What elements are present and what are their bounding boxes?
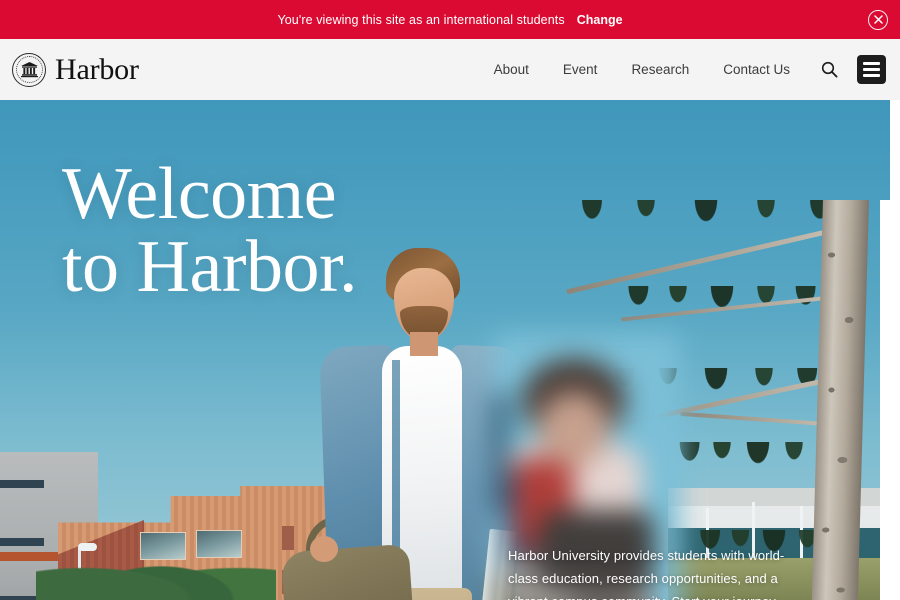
brand-logo[interactable]: Harbor (12, 52, 139, 87)
placeholder-shape (538, 392, 610, 466)
nav-item-about[interactable]: About (477, 62, 546, 77)
page-title: Welcome to Harbor. (62, 157, 358, 308)
duffel-bag (280, 543, 420, 600)
menu-bar-middle (863, 68, 880, 71)
menu-bar-bottom (863, 74, 880, 77)
hamburger-menu-icon[interactable] (857, 55, 886, 84)
notice-message: You're viewing this site as an internati… (277, 12, 565, 27)
nav-item-contact-us[interactable]: Contact Us (706, 62, 807, 77)
brand-name: Harbor (55, 52, 139, 86)
change-audience-link[interactable]: Change (577, 13, 623, 27)
nav-item-research[interactable]: Research (614, 62, 706, 77)
international-student-notice-bar: You're viewing this site as an internati… (0, 0, 900, 39)
site-header: Harbor About Event Research Contact Us (0, 39, 900, 100)
menu-bar-top (863, 62, 880, 65)
hero-title-line-1: Welcome (62, 153, 337, 235)
nav-item-event[interactable]: Event (546, 62, 615, 77)
close-circle-icon[interactable] (868, 9, 888, 30)
building-window (282, 526, 294, 550)
hero-heading-block: Welcome to Harbor. (62, 157, 358, 308)
hero-description: Harbor University provides students with… (508, 548, 785, 600)
hero-banner: Harbor University provides students with… (0, 100, 890, 600)
university-seal-icon (12, 52, 46, 87)
student-hand-left (310, 536, 338, 562)
pine-foliage (556, 200, 856, 278)
notice-content: You're viewing this site as an internati… (277, 13, 622, 27)
student-neck (410, 332, 438, 356)
primary-navigation: About Event Research Contact Us (477, 55, 886, 84)
shrubbery (36, 542, 276, 600)
hero-title-line-2: to Harbor. (62, 225, 358, 308)
right-gutter (880, 200, 890, 600)
search-icon[interactable] (817, 58, 841, 82)
